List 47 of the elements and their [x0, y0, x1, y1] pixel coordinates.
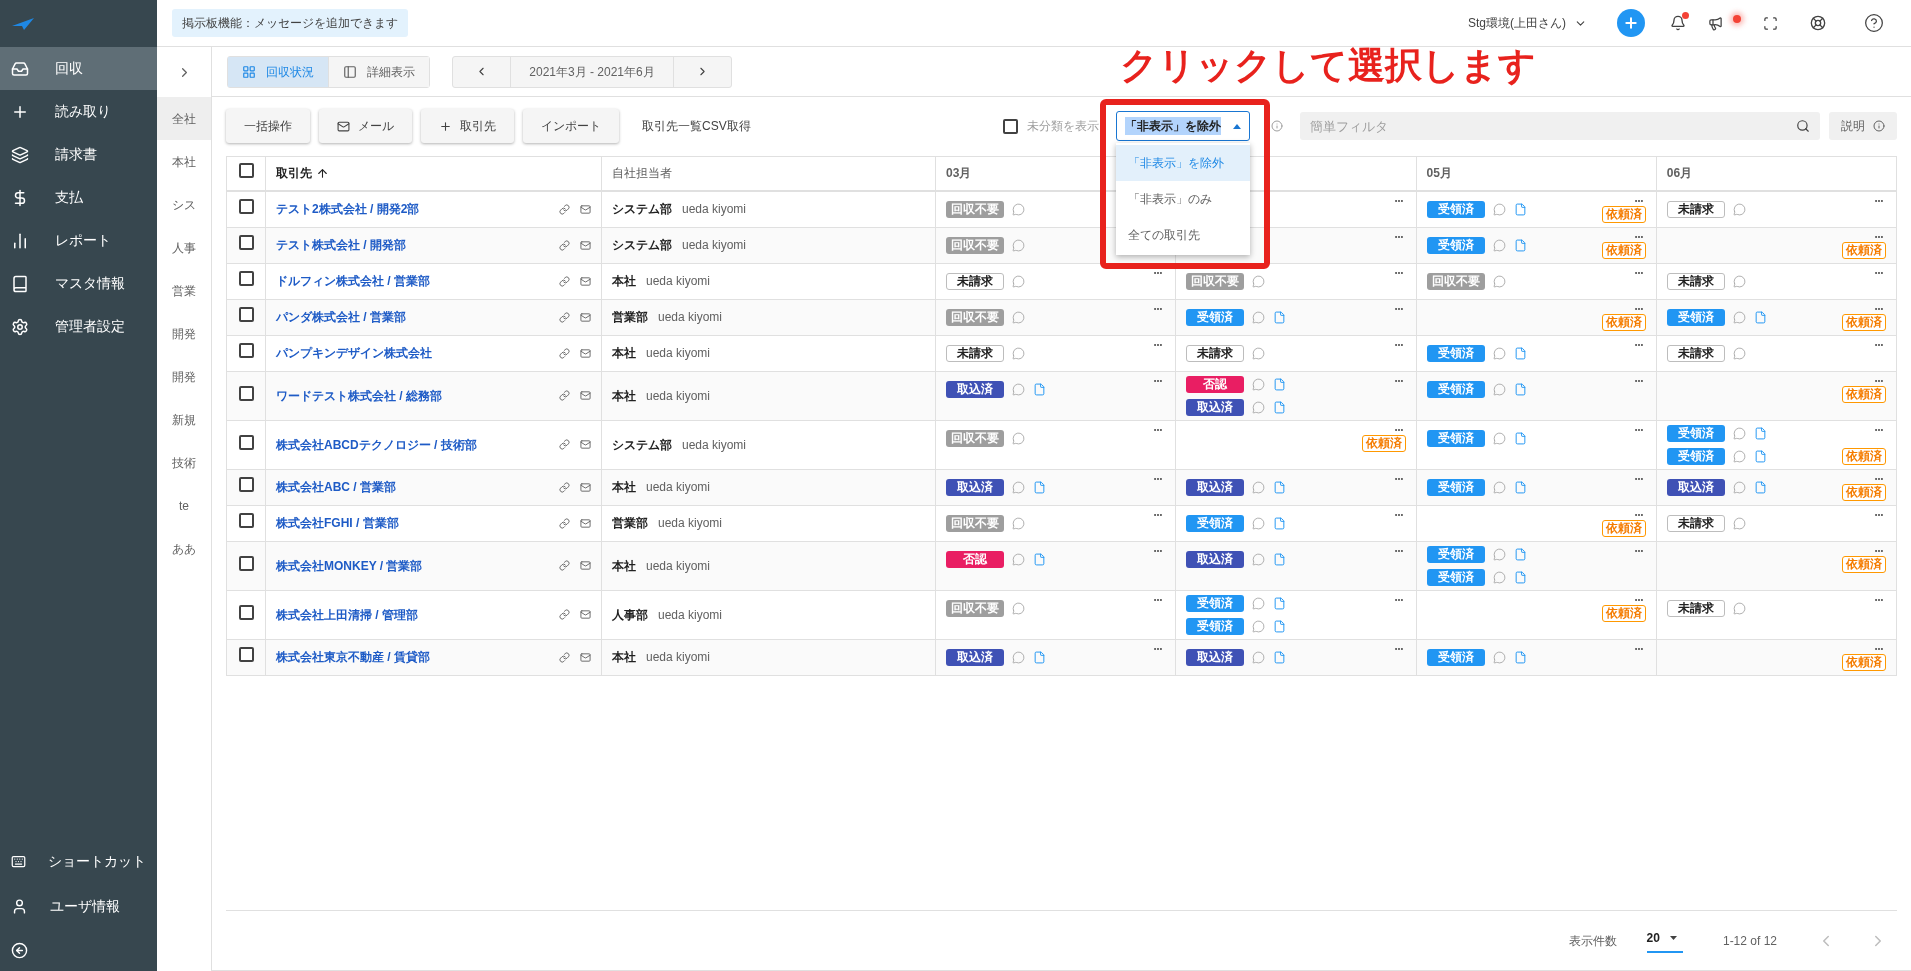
person-name: ueda kiyomi — [646, 274, 711, 288]
department-label: 本社 — [612, 558, 636, 573]
department-label: 本社 — [612, 346, 636, 360]
column-header: 06月 — [1666, 166, 1693, 181]
requested-tag: 依頼済 — [1601, 519, 1646, 537]
requested-tag: 依頼済 — [1601, 241, 1646, 259]
department-label: システム部 — [612, 202, 672, 216]
person-name: ueda kiyomi — [682, 238, 747, 252]
person-name: ueda kiyomi — [658, 310, 723, 324]
requested-tag: 依頼済 — [1842, 555, 1886, 573]
requested-tag: 依頼済 — [1601, 205, 1646, 223]
checkbox-label: 未分類を表示 — [1027, 118, 1099, 135]
requested-tag: 依頼済 — [1842, 447, 1886, 465]
requested-tag: 依頼済 — [1842, 313, 1886, 331]
column-header: 自社担当者 — [612, 166, 672, 181]
requested-tag: 依頼済 — [1842, 653, 1886, 671]
requested-tag: 依頼済 — [1842, 385, 1886, 403]
notice-banner: 掲示板機能：メッセージを追加できます — [172, 9, 408, 37]
period-label: 2021年3月 - 2021年6月 — [510, 56, 674, 87]
department-label: 営業部 — [612, 516, 648, 530]
department-label: 本社 — [612, 480, 636, 494]
person-name: ueda kiyomi — [658, 516, 723, 530]
annotation-text: クリックして選択します — [1120, 47, 1536, 84]
department-label: 本社 — [612, 650, 636, 664]
department-label: 本社 — [612, 274, 636, 288]
person-name: ueda kiyomi — [646, 558, 711, 573]
person-name: ueda kiyomi — [646, 480, 711, 494]
department-label: 本社 — [612, 388, 636, 403]
requested-tag: 依頼済 — [1842, 483, 1886, 501]
requested-tag: 依頼済 — [1601, 604, 1646, 622]
department-label: 営業部 — [612, 310, 648, 324]
requested-tag: 依頼済 — [1842, 241, 1886, 259]
department-label: システム部 — [612, 437, 672, 452]
person-name: ueda kiyomi — [658, 607, 723, 622]
person-name: ueda kiyomi — [646, 388, 711, 403]
person-name: ueda kiyomi — [682, 202, 747, 216]
requested-tag: 依頼済 — [1601, 313, 1646, 331]
requested-tag: 依頼済 — [1361, 434, 1406, 452]
column-header: 05月 — [1426, 166, 1452, 181]
page-range: 1-12 of 12 — [1722, 932, 1777, 950]
rows-per-page-label: 表示件数 — [1568, 932, 1617, 950]
department-label: 人事部 — [612, 607, 648, 622]
column-header: 03月 — [946, 166, 972, 181]
person-name: ueda kiyomi — [646, 346, 711, 360]
person-name: ueda kiyomi — [646, 650, 711, 664]
department-label: システム部 — [612, 238, 672, 252]
person-name: ueda kiyomi — [682, 437, 747, 452]
